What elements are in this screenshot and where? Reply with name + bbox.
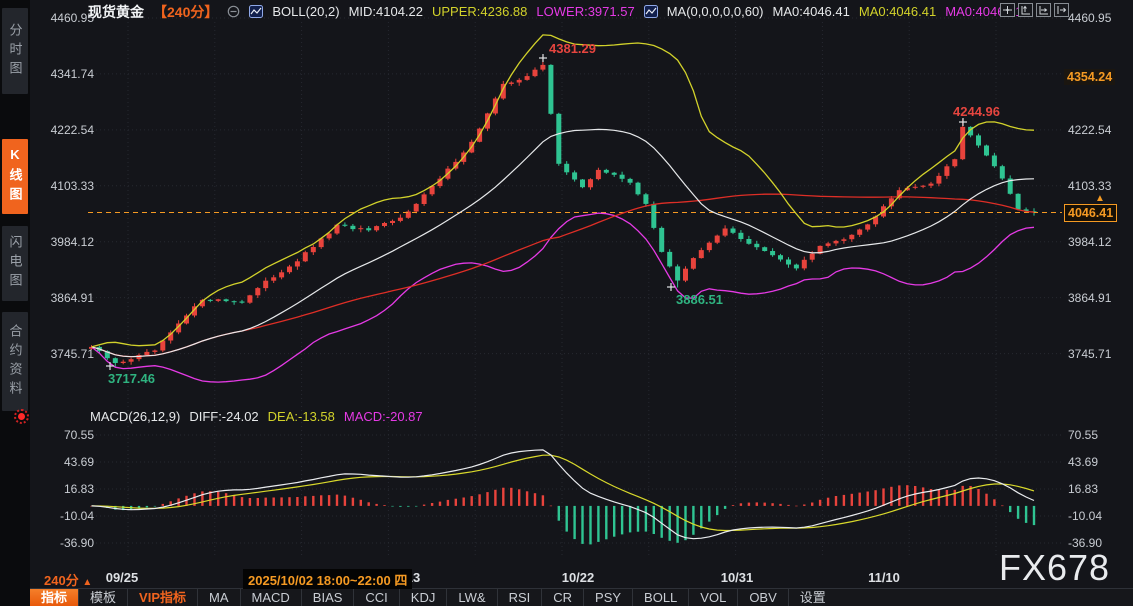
sidebar-item-2[interactable]: K线图 bbox=[2, 139, 28, 214]
boll-indicator-icon[interactable] bbox=[249, 5, 263, 18]
period-selector-label: 240分 bbox=[44, 573, 79, 588]
symbol-name: 现货黄金 bbox=[88, 2, 144, 22]
toolbar-item-KDJ[interactable]: KDJ bbox=[399, 589, 447, 606]
price-annotation: 3886.51 bbox=[676, 292, 723, 307]
x-axis-label: 11/10 bbox=[849, 570, 919, 585]
toolbar-item-PSY[interactable]: PSY bbox=[583, 589, 632, 606]
sidebar-item-3[interactable]: 闪电图 bbox=[2, 226, 28, 301]
toolbar-item-VOL[interactable]: VOL bbox=[688, 589, 737, 606]
period-selector[interactable]: 240分 ▲ bbox=[44, 570, 92, 589]
toolbar-item-OBV[interactable]: OBV bbox=[737, 589, 787, 606]
toolbar-item-MA[interactable]: MA bbox=[197, 589, 240, 606]
boll-label: BOLL(20,2) bbox=[272, 4, 339, 19]
price-tick-right: 4103.33 bbox=[1068, 178, 1130, 194]
toolbar-item-指标[interactable]: 指标 bbox=[30, 589, 78, 606]
chevron-up-icon: ▲ bbox=[82, 577, 92, 588]
left-sidebar: 分时图 K线图闪电图合约资料 bbox=[0, 0, 30, 606]
price-annotation: 4244.96 bbox=[953, 104, 1000, 119]
price-tick-left: 4460.95 bbox=[34, 10, 94, 26]
price-tick-left: 4341.74 bbox=[34, 66, 94, 82]
period-tag: 【240分】 bbox=[153, 2, 218, 22]
price-tick-left: 4103.33 bbox=[34, 178, 94, 194]
ma0-value-2: MA0:4046.41 bbox=[859, 4, 936, 19]
macd-tick-right: -10.04 bbox=[1068, 508, 1130, 524]
bar-date-tooltip: 2025/10/02 18:00~22:00 四 bbox=[243, 569, 412, 590]
price-tick-left: 3745.71 bbox=[34, 346, 94, 362]
macd-title: MACD(26,12,9) bbox=[90, 409, 180, 424]
x-axis-label: 10/31 bbox=[702, 570, 772, 585]
toolbar-item-MACD[interactable]: MACD bbox=[240, 589, 301, 606]
pan-right-button[interactable] bbox=[1054, 3, 1069, 17]
price-tick-right: 3984.12 bbox=[1068, 234, 1130, 250]
toolbar-item-LW&[interactable]: LW& bbox=[446, 589, 496, 606]
price-tick-right: 3864.91 bbox=[1068, 290, 1130, 306]
toolbar-item-RSI[interactable]: RSI bbox=[497, 589, 542, 606]
price-tick-left: 3984.12 bbox=[34, 234, 94, 250]
x-axis-label: 09/25 bbox=[87, 570, 157, 585]
toolbar-item-BOLL[interactable]: BOLL bbox=[632, 589, 688, 606]
macd-tick-left: 70.55 bbox=[34, 427, 94, 443]
chart-canvas[interactable] bbox=[0, 0, 1133, 606]
move-chart-button[interactable] bbox=[1000, 3, 1015, 17]
boll-lower-value: LOWER:3971.57 bbox=[536, 4, 634, 19]
macd-diff-value: DIFF:-24.02 bbox=[189, 409, 258, 424]
chart-header: 现货黄金 【240分】 BOLL(20,2) MID:4104.22 UPPER… bbox=[88, 2, 1023, 21]
ma0-value-1: MA0:4046.41 bbox=[773, 4, 850, 19]
toolbar-item-CR[interactable]: CR bbox=[541, 589, 583, 606]
scale-y-axis-button[interactable] bbox=[1018, 3, 1033, 17]
compare-icon[interactable] bbox=[227, 5, 240, 18]
price-annotation: 4381.29 bbox=[549, 41, 596, 56]
sidebar-item-4[interactable]: 合约资料 bbox=[2, 312, 28, 411]
price-tick-left: 3864.91 bbox=[34, 290, 94, 306]
macd-tick-right: -36.90 bbox=[1068, 535, 1130, 551]
macd-tick-left: 43.69 bbox=[34, 454, 94, 470]
toolbar-item-VIP指标[interactable]: VIP指标 bbox=[127, 589, 197, 606]
chart-tools bbox=[1000, 3, 1069, 17]
toolbar-item-BIAS[interactable]: BIAS bbox=[301, 589, 354, 606]
macd-macd-value: MACD:-20.87 bbox=[344, 409, 423, 424]
indicator-toolbar: 指标模板VIP指标MAMACDBIASCCIKDJLW&RSICRPSYBOLL… bbox=[30, 589, 1133, 606]
toolbar-item-CCI[interactable]: CCI bbox=[353, 589, 398, 606]
macd-tick-left: -10.04 bbox=[34, 508, 94, 524]
scale-x-axis-button[interactable] bbox=[1036, 3, 1051, 17]
watermark: FX678 bbox=[999, 547, 1110, 589]
ma-label: MA(0,0,0,0,0,60) bbox=[667, 4, 764, 19]
price-annotation: 3717.46 bbox=[108, 371, 155, 386]
macd-header: MACD(26,12,9) DIFF:-24.02 DEA:-13.58 MAC… bbox=[90, 409, 423, 424]
macd-tick-right: 43.69 bbox=[1068, 454, 1130, 470]
ma-indicator-icon[interactable] bbox=[644, 5, 658, 18]
macd-tick-left: 16.83 bbox=[34, 481, 94, 497]
price-tick-right: 3745.71 bbox=[1068, 346, 1130, 362]
boll-upper-value: UPPER:4236.88 bbox=[432, 4, 527, 19]
price-tick-left: 4222.54 bbox=[34, 122, 94, 138]
current-price-marker: 4046.41 bbox=[1064, 204, 1117, 222]
toolbar-item-模板[interactable]: 模板 bbox=[78, 589, 127, 606]
toolbar-item-设置[interactable]: 设置 bbox=[788, 589, 837, 606]
sidebar-item-1[interactable]: 分时图 bbox=[2, 8, 28, 94]
boll-mid-value: MID:4104.22 bbox=[349, 4, 423, 19]
x-axis-label: 10/22 bbox=[543, 570, 613, 585]
alert-record-icon[interactable] bbox=[18, 413, 25, 420]
macd-tick-left: -36.90 bbox=[34, 535, 94, 551]
price-tick-right: 4222.54 bbox=[1068, 122, 1130, 138]
price-tick-right: 4460.95 bbox=[1068, 10, 1130, 26]
macd-tick-right: 70.55 bbox=[1068, 427, 1130, 443]
macd-tick-right: 16.83 bbox=[1068, 481, 1130, 497]
current-price-arrow-icon: ▲ bbox=[1095, 193, 1105, 204]
macd-dea-value: DEA:-13.58 bbox=[268, 409, 335, 424]
session-high-marker: 4354.24 bbox=[1064, 69, 1115, 85]
